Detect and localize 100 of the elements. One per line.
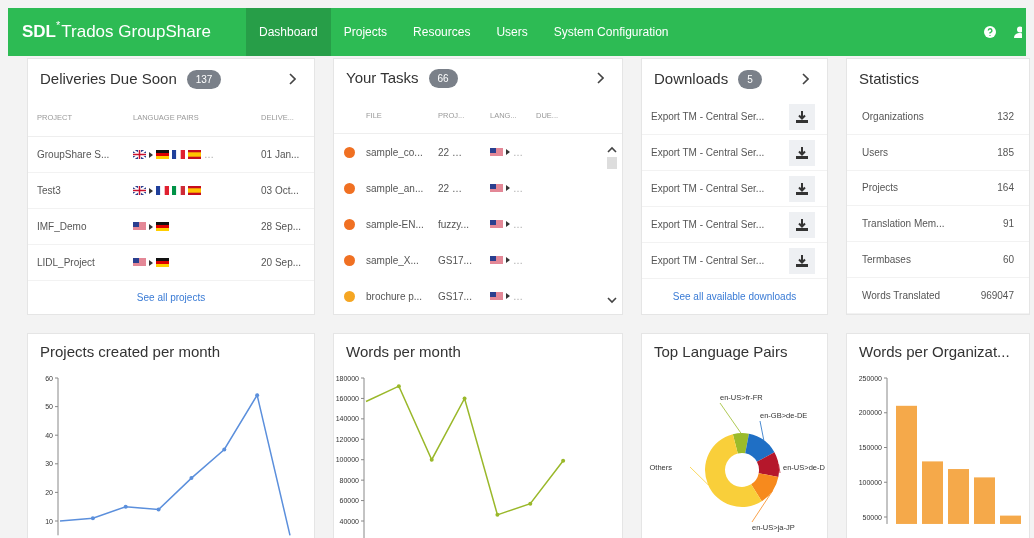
nav-tab[interactable]: Users xyxy=(483,8,541,56)
stat-value: 91 xyxy=(1002,217,1014,232)
count-badge: 5 xyxy=(738,69,762,89)
data-point xyxy=(123,504,128,509)
stat-label: Translation Mem... xyxy=(862,217,945,232)
german-flag-icon xyxy=(156,150,169,159)
download-button[interactable] xyxy=(789,211,815,238)
more-text: … xyxy=(513,217,523,232)
file-name: brochure p... xyxy=(366,289,424,304)
german-flag-icon xyxy=(156,258,169,267)
stat-label: Termbases xyxy=(862,253,911,268)
data-point xyxy=(561,458,566,463)
download-icon xyxy=(796,110,808,123)
arrow-icon xyxy=(149,259,153,266)
download-icon xyxy=(796,218,808,231)
download-name: Export TM - Central Ser... xyxy=(651,218,765,232)
us-flag-icon xyxy=(490,147,503,157)
data-point xyxy=(255,393,260,398)
nav-tab[interactable]: Resources xyxy=(400,8,484,56)
bar xyxy=(974,477,995,524)
download-icon xyxy=(796,146,808,159)
spanish-flag-icon xyxy=(188,186,201,195)
card-title: Statistics xyxy=(859,68,919,89)
file-name: sample_X... xyxy=(366,253,420,268)
see-all-downloads-link[interactable]: See all available downloads xyxy=(672,289,797,304)
arrow-icon xyxy=(149,151,153,158)
card-title: Deliveries Due Soon xyxy=(40,68,177,89)
stat-value: 132 xyxy=(997,109,1014,124)
chevron-right-icon[interactable] xyxy=(596,72,604,85)
us-flag-icon xyxy=(133,222,146,231)
download-button[interactable] xyxy=(789,247,815,274)
project-name: GroupShare S... xyxy=(37,148,111,162)
stat-value: 164 xyxy=(997,181,1014,196)
stat-label: Users xyxy=(862,145,889,160)
download-name: Export TM - Central Ser... xyxy=(651,146,765,160)
data-point xyxy=(396,384,401,389)
stat-label: Projects xyxy=(862,181,899,196)
data-point xyxy=(429,457,434,462)
leader-line xyxy=(759,420,765,441)
arrow-icon xyxy=(506,185,510,191)
count-badge: 66 xyxy=(428,68,458,88)
delivery-date: 20 Sep... xyxy=(261,256,303,270)
arrow-icon xyxy=(149,223,153,230)
bar xyxy=(948,469,969,524)
data-point xyxy=(528,501,533,506)
delivery-date: 01 Jan... xyxy=(261,148,301,162)
stat-value: 60 xyxy=(1002,253,1014,268)
download-button[interactable] xyxy=(789,103,815,130)
download-name: Export TM - Central Ser... xyxy=(651,254,765,268)
bar xyxy=(1000,515,1021,524)
project-name: GS17... xyxy=(438,253,473,268)
download-name: Export TM - Central Ser... xyxy=(651,182,765,196)
french-flag-icon xyxy=(156,186,169,195)
italian-flag-icon xyxy=(172,186,185,195)
see-all-projects-link[interactable]: See all projects xyxy=(136,290,206,305)
download-icon xyxy=(796,182,808,195)
project-name: 22 … xyxy=(438,181,463,196)
us-flag-icon xyxy=(490,291,503,301)
project-name: GS17... xyxy=(438,289,473,304)
data-point xyxy=(189,476,194,481)
delivery-date: 03 Oct... xyxy=(261,184,300,198)
scroll-up-icon[interactable] xyxy=(607,146,617,153)
chevron-right-icon[interactable] xyxy=(288,73,296,85)
file-name: sample_an... xyxy=(366,181,425,196)
nav-tab[interactable]: Dashboard xyxy=(246,8,331,56)
arrow-icon xyxy=(506,293,510,299)
delivery-date: 28 Sep... xyxy=(261,220,303,234)
chart-title: Words per month xyxy=(346,341,461,362)
logo[interactable]: SDL*Trados GroupShare xyxy=(8,19,246,45)
arrow-icon xyxy=(149,187,153,194)
chart-title: Projects created per month xyxy=(40,341,221,362)
german-flag-icon xyxy=(156,222,169,231)
data-point xyxy=(495,512,500,517)
card-title: Your Tasks xyxy=(346,67,419,88)
nav-tab[interactable]: System Configuration xyxy=(540,8,682,56)
data-point xyxy=(156,507,161,512)
download-button[interactable] xyxy=(789,139,815,166)
download-button[interactable] xyxy=(789,175,815,202)
chevron-right-icon[interactable] xyxy=(801,73,809,85)
project-name: LIDL_Project xyxy=(37,256,96,270)
arrow-icon xyxy=(506,257,510,263)
more-text: … xyxy=(513,253,523,268)
more-text: … xyxy=(513,181,523,196)
leader-line xyxy=(689,466,709,486)
file-name: sample_co... xyxy=(366,145,424,160)
more-text: … xyxy=(204,148,214,162)
nav-tab[interactable]: Projects xyxy=(330,8,401,56)
download-icon xyxy=(796,254,808,267)
french-flag-icon xyxy=(172,150,185,159)
count-badge: 137 xyxy=(186,69,222,89)
scroll-down-icon[interactable] xyxy=(607,297,617,304)
project-name: IMF_Demo xyxy=(37,220,88,234)
stat-label: Words Translated xyxy=(862,289,941,304)
scroll-thumb[interactable] xyxy=(607,157,617,169)
more-text: … xyxy=(513,289,523,304)
chart-title: Top Language Pairs xyxy=(654,341,788,362)
project-name: fuzzy... xyxy=(438,217,470,232)
leader-line xyxy=(719,402,742,434)
spanish-flag-icon xyxy=(188,150,201,159)
stat-value: 185 xyxy=(997,145,1014,160)
